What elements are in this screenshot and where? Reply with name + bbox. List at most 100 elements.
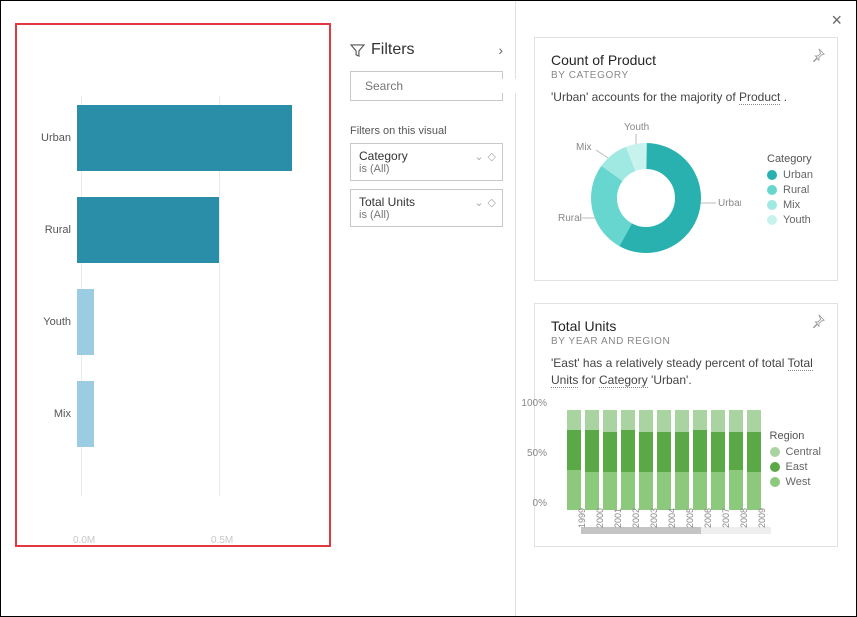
seg-central	[585, 410, 599, 430]
seg-east	[675, 432, 689, 472]
stacked-column[interactable]	[675, 410, 689, 510]
legend-item-rural[interactable]: Rural	[767, 184, 813, 196]
bar-label: Urban	[31, 132, 77, 144]
seg-east	[657, 432, 671, 472]
bar-label: Youth	[31, 316, 77, 328]
seg-east	[639, 432, 653, 472]
stacked-column[interactable]	[639, 410, 653, 510]
stacked-legend: Region Central East West	[770, 430, 821, 532]
x-tick: 1999	[577, 508, 587, 528]
seg-west	[729, 470, 743, 510]
card-count-of-product[interactable]: Count of Product BY CATEGORY 'Urban' acc…	[534, 37, 838, 281]
seg-central	[711, 410, 725, 432]
seg-west	[585, 472, 599, 510]
stacked-column[interactable]	[621, 410, 635, 510]
seg-west	[747, 472, 761, 510]
card-title: Count of Product	[551, 52, 821, 68]
stacked-column[interactable]	[585, 410, 599, 510]
stacked-column[interactable]	[747, 410, 761, 510]
seg-central	[621, 410, 635, 430]
stacked-column[interactable]	[603, 410, 617, 510]
x-tick: 2001	[613, 508, 623, 528]
x-tick: 0.0M	[73, 535, 95, 546]
seg-west	[657, 472, 671, 510]
x-tick: 0.5M	[211, 535, 233, 546]
card-subtitle: BY CATEGORY	[551, 70, 821, 81]
stacked-bar-chart[interactable]: 100% 50% 0% 1999200020012002200320042005…	[551, 402, 748, 532]
bar-label: Mix	[31, 408, 77, 420]
y-tick: 0%	[533, 498, 547, 509]
bar-chart[interactable]: Urban Rural Youth Mix	[31, 101, 321, 519]
seg-west	[603, 472, 617, 510]
search-input[interactable]	[365, 79, 520, 93]
filters-pane: Filters › Filters on this visual Categor…	[338, 1, 516, 616]
bar-row-urban[interactable]: Urban	[31, 101, 321, 175]
chevron-right-icon[interactable]: ›	[498, 42, 503, 58]
filter-icon	[350, 43, 365, 58]
seg-central	[693, 410, 707, 430]
scrollbar-thumb[interactable]	[581, 527, 701, 534]
pin-icon[interactable]	[811, 314, 825, 331]
seg-east	[729, 432, 743, 470]
y-tick: 50%	[527, 448, 547, 459]
legend-title: Region	[770, 430, 821, 442]
card-description: 'Urban' accounts for the majority of Pro…	[551, 89, 821, 106]
legend-item-mix[interactable]: Mix	[767, 199, 813, 211]
insights-panel: Count of Product BY CATEGORY 'Urban' acc…	[516, 1, 856, 616]
seg-west	[675, 472, 689, 510]
x-tick: 2006	[703, 508, 713, 528]
stacked-column[interactable]	[711, 410, 725, 510]
seg-east	[747, 432, 761, 472]
bar-fill	[77, 105, 292, 171]
filter-card-category[interactable]: Category is (All) ⌄◇	[350, 143, 503, 181]
seg-east	[621, 430, 635, 472]
bar-row-mix[interactable]: Mix	[31, 377, 321, 451]
seg-central	[747, 410, 761, 432]
card-title: Total Units	[551, 318, 821, 334]
card-total-units[interactable]: Total Units BY YEAR AND REGION 'East' ha…	[534, 303, 838, 548]
seg-west	[693, 472, 707, 510]
close-icon[interactable]: ×	[831, 11, 842, 29]
bar-row-rural[interactable]: Rural	[31, 193, 321, 267]
svg-text:Youth: Youth	[624, 122, 649, 133]
legend-item-urban[interactable]: Urban	[767, 169, 813, 181]
clear-filter-icon[interactable]: ◇	[488, 150, 496, 163]
clear-filter-icon[interactable]: ◇	[488, 196, 496, 209]
legend-item-west[interactable]: West	[770, 476, 821, 488]
chevron-down-icon[interactable]: ⌄	[474, 196, 483, 209]
seg-central	[729, 410, 743, 432]
x-tick: 2008	[739, 508, 749, 528]
x-tick: 2005	[685, 508, 695, 528]
bar-row-youth[interactable]: Youth	[31, 285, 321, 359]
x-tick: 2007	[721, 508, 731, 528]
legend-item-central[interactable]: Central	[770, 446, 821, 458]
app-frame: × Urban Rural Youth Mix 0.0M 0.5M	[0, 0, 857, 617]
donut-legend: Category Urban Rural Mix Youth	[767, 153, 813, 229]
filter-card-total-units[interactable]: Total Units is (All) ⌄◇	[350, 189, 503, 227]
filters-header[interactable]: Filters ›	[350, 41, 503, 59]
x-tick: 2002	[631, 508, 641, 528]
chart-scrollbar[interactable]	[581, 527, 771, 534]
svg-text:Urban: Urban	[718, 198, 741, 209]
legend-title: Category	[767, 153, 813, 165]
search-box[interactable]	[350, 71, 503, 101]
svg-text:Mix: Mix	[576, 142, 592, 153]
donut-chart[interactable]: Urban Rural Mix Youth	[551, 116, 741, 266]
seg-west	[621, 472, 635, 510]
chevron-down-icon[interactable]: ⌄	[474, 150, 483, 163]
card-description: 'East' has a relatively steady percent o…	[551, 355, 821, 389]
y-tick: 100%	[521, 398, 547, 409]
legend-item-youth[interactable]: Youth	[767, 214, 813, 226]
x-tick: 2004	[667, 508, 677, 528]
legend-item-east[interactable]: East	[770, 461, 821, 473]
stacked-column[interactable]	[567, 410, 581, 510]
bar-fill	[77, 197, 219, 263]
stacked-column[interactable]	[693, 410, 707, 510]
seg-central	[675, 410, 689, 432]
stacked-column[interactable]	[729, 410, 743, 510]
pin-icon[interactable]	[811, 48, 825, 65]
filter-value: is (All)	[359, 209, 494, 221]
stacked-column[interactable]	[657, 410, 671, 510]
seg-central	[567, 410, 581, 430]
left-panel: Urban Rural Youth Mix 0.0M 0.5M	[1, 1, 338, 616]
